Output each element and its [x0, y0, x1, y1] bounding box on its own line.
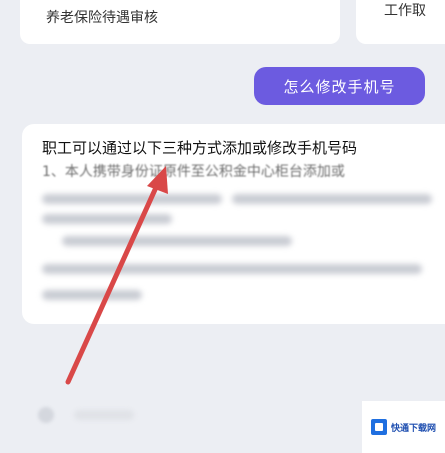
quick-card-label: 养老保险待遇审核: [46, 10, 158, 26]
quick-card-work[interactable]: 工作取: [356, 0, 445, 44]
watermark-logo: 快通下载网: [362, 401, 445, 453]
watermark-icon: [370, 419, 387, 435]
user-message-bubble: 怎么修改手机号: [254, 67, 425, 105]
voice-icon[interactable]: [38, 407, 54, 423]
blurred-text-line: [42, 264, 422, 274]
blurred-text-line: [42, 214, 172, 224]
watermark-text: 快通下载网: [390, 423, 436, 434]
chat-input-bar: [22, 392, 362, 440]
blurred-text-line: [62, 236, 292, 246]
answer-message-card: 职工可以通过以下三种方式添加或修改手机号码 1、本人携带身份证原件至公积金中心柜…: [22, 124, 445, 324]
answer-title: 职工可以通过以下三种方式添加或修改手机号码: [42, 139, 358, 157]
blurred-text-line: [42, 194, 222, 204]
quick-card-label: 工作取: [384, 3, 426, 19]
blurred-text-line: [42, 290, 142, 300]
message-input[interactable]: [74, 410, 134, 420]
blurred-text-line: [232, 194, 432, 204]
answer-step-1: 1、本人携带身份证原件至公积金中心柜台添加或: [42, 164, 345, 180]
quick-card-pension-review[interactable]: 养老保险待遇审核: [20, 0, 340, 44]
